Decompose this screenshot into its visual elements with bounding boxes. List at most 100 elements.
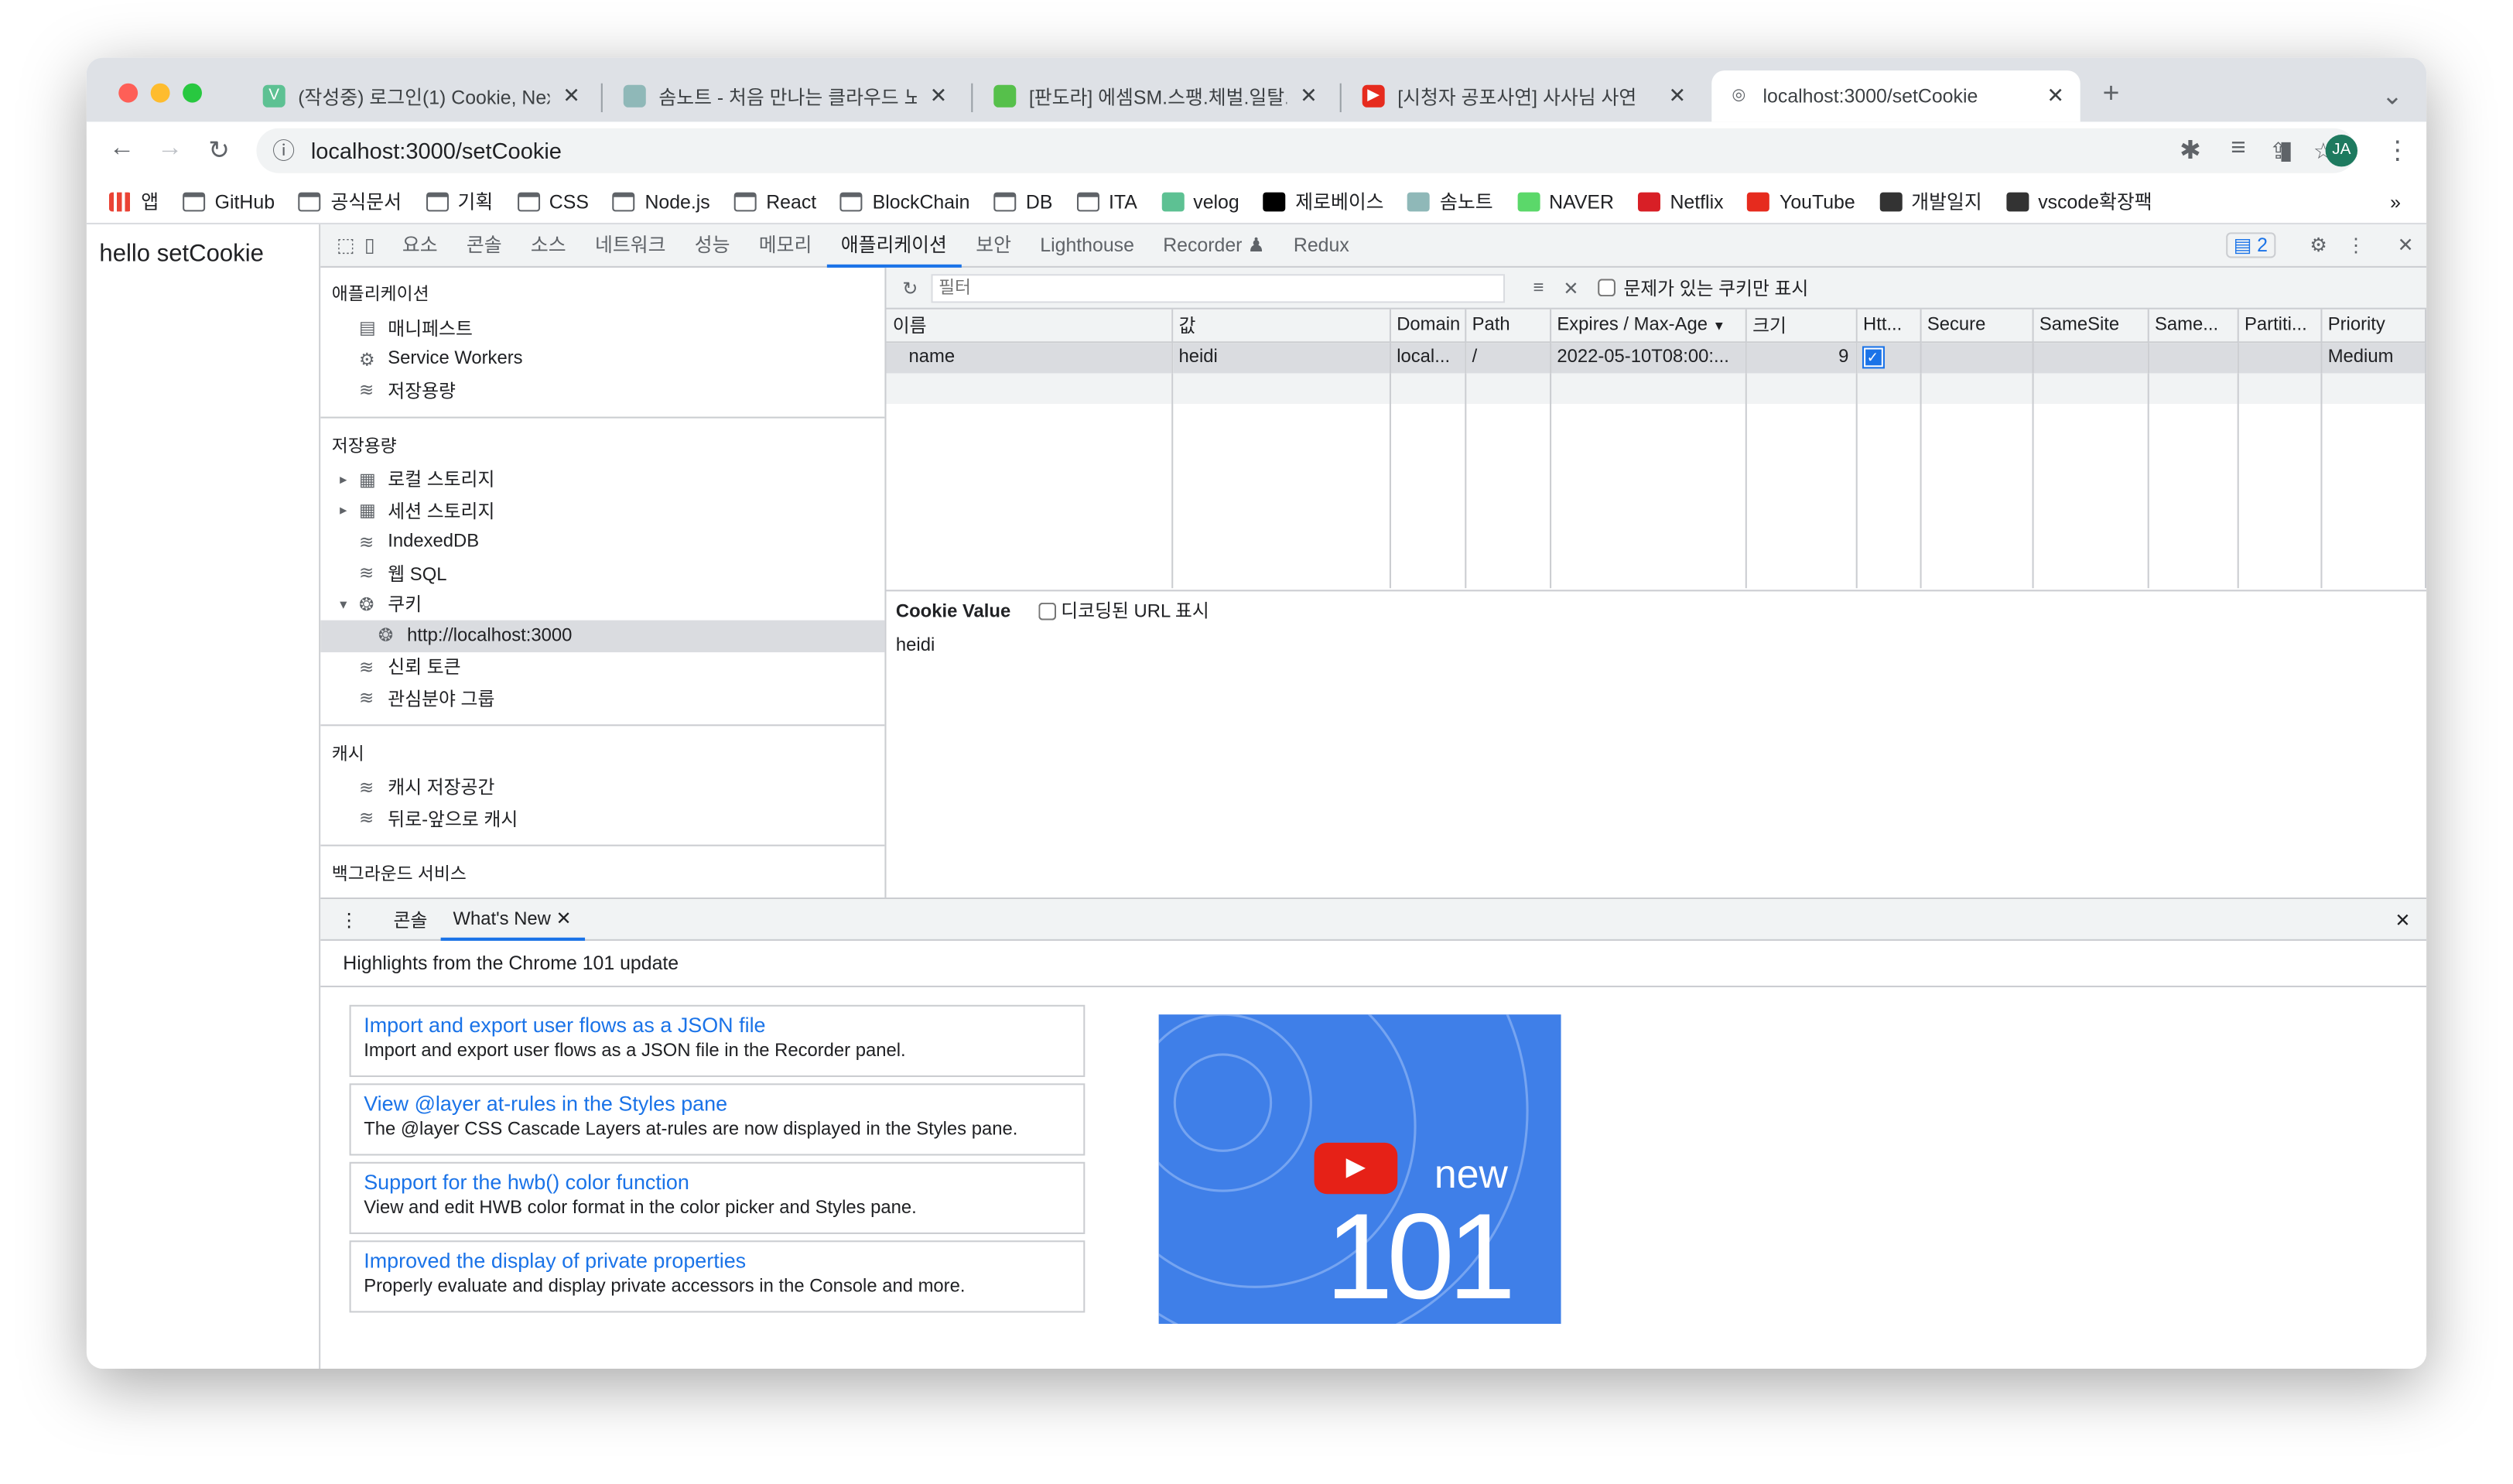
card-link[interactable]: Import and export user flows as a JSON f…	[364, 1013, 1070, 1037]
sidebar-item[interactable]: ≋ 웹 SQL	[320, 558, 884, 589]
close-tab-icon[interactable]: ✕	[562, 84, 580, 109]
column-header[interactable]: SameSite	[2032, 309, 2149, 343]
settings-icon[interactable]: ⚙	[2310, 234, 2327, 256]
tab-search-icon[interactable]: ⌄	[2381, 80, 2403, 112]
drawer-tab-console[interactable]: 콘솔	[381, 906, 440, 932]
filter-input[interactable]	[930, 273, 1505, 303]
close-tab-icon[interactable]: ✕	[1300, 84, 1318, 109]
refresh-icon[interactable]: ↻	[902, 276, 918, 299]
devtools-tab[interactable]: 성능	[680, 224, 744, 267]
bookmark[interactable]: DB	[993, 187, 1052, 214]
more-bookmarks-icon[interactable]: »	[2390, 190, 2401, 212]
close-tab-icon[interactable]: ✕	[2046, 84, 2064, 109]
bookmark[interactable]: CSS	[517, 187, 589, 214]
device-toolbar-icon[interactable]: ▯	[364, 234, 375, 256]
expand-arrow-icon[interactable]: ▸	[340, 502, 359, 520]
devtools-tab[interactable]: 메모리	[744, 224, 826, 267]
avatar[interactable]: JA	[2325, 134, 2358, 167]
bookmark[interactable]: 솜노트	[1407, 187, 1493, 214]
bookmark[interactable]: YouTube	[1747, 187, 1855, 214]
browser-tab[interactable]: ◎ localhost:3000/setCookie ✕	[1711, 70, 2080, 122]
address-bar[interactable]: ⓘ localhost:3000/setCookie ⇪ ☆	[256, 128, 2356, 173]
sidebar-item[interactable]: ≋ 뒤로-앞으로 캐시	[320, 803, 884, 834]
devtools-tab[interactable]: 소스	[516, 224, 580, 267]
devtools-tab[interactable]: 요소	[388, 224, 452, 267]
clear-filtered-icon[interactable]: ≡	[1533, 278, 1544, 297]
column-header[interactable]: Same...	[2147, 309, 2238, 343]
back-icon[interactable]: ←	[109, 135, 135, 163]
devtools-tab[interactable]: 네트워크	[580, 224, 680, 267]
side-panel-icon[interactable]: ▮	[2279, 135, 2293, 166]
bookmark[interactable]: 개발일지	[1879, 187, 1982, 214]
play-button[interactable]: ▶	[1314, 1142, 1398, 1195]
sidebar-item[interactable]: ≋ 캐시 저장공간	[320, 771, 884, 802]
forward-icon[interactable]: →	[157, 135, 183, 163]
column-header[interactable]: Partiti...	[2237, 309, 2322, 343]
sidebar-item[interactable]: ≋ 저장용량	[320, 375, 884, 406]
issues-badge[interactable]: ▤ 2	[2225, 232, 2276, 258]
sidebar-item[interactable]: ▸ ▦ 로컬 스토리지	[320, 464, 884, 495]
reading-list-icon[interactable]: ≡	[2231, 135, 2245, 163]
sidebar-item[interactable]: ≋ IndexedDB	[320, 526, 884, 557]
expand-arrow-icon[interactable]: ▾	[340, 596, 359, 614]
bookmark[interactable]: Netflix	[1638, 187, 1724, 214]
close-tab-icon[interactable]: ✕	[1669, 84, 1687, 109]
column-header[interactable]: 값	[1171, 309, 1390, 343]
bookmark[interactable]: 앱	[108, 187, 159, 214]
browser-tab[interactable]: ▶ [시청자 공포사연] 사사님 사연 ✕	[1346, 70, 1702, 121]
browser-tab[interactable]: [판도라] 에셈SM.스팽.체벌.일탈.본 ✕	[978, 70, 1334, 121]
sidebar-item[interactable]: ▸ ▦ 세션 스토리지	[320, 495, 884, 526]
column-header[interactable]: Htt...	[1855, 309, 1921, 343]
minimize-window-button[interactable]	[150, 83, 170, 103]
browser-tab[interactable]: V (작성중) 로그인(1) Cookie, Next ✕	[247, 70, 597, 121]
column-header[interactable]: Domain	[1389, 309, 1466, 343]
bookmark[interactable]: ITA	[1076, 187, 1137, 214]
card-link[interactable]: View @layer at-rules in the Styles pane	[364, 1092, 1070, 1116]
expand-arrow-icon[interactable]: ▸	[340, 470, 359, 488]
bookmark[interactable]: GitHub	[183, 187, 275, 214]
column-header[interactable]: 이름	[886, 309, 1173, 343]
bookmark[interactable]: 제로베이스	[1263, 187, 1384, 214]
bookmark[interactable]: 공식문서	[299, 187, 402, 214]
column-header[interactable]: Expires / Max-Age ▼	[1550, 309, 1746, 343]
sidebar-item[interactable]: ≋ 신뢰 토큰	[320, 651, 884, 682]
issues-only-checkbox[interactable]	[1598, 279, 1616, 297]
close-devtools-icon[interactable]: ✕	[2398, 234, 2414, 256]
info-icon[interactable]: ⓘ	[272, 135, 295, 166]
sidebar-item[interactable]: ▤ 매니페스트	[320, 313, 884, 344]
bookmark[interactable]: React	[733, 187, 816, 214]
close-drawer-icon[interactable]: ✕	[2395, 908, 2410, 931]
bookmark[interactable]: BlockChain	[840, 187, 969, 214]
clear-all-icon[interactable]: ✕	[1563, 276, 1578, 299]
devtools-tab[interactable]: Redux	[1279, 224, 1363, 267]
bookmark[interactable]: 기획	[426, 187, 493, 214]
maximize-window-button[interactable]	[183, 83, 202, 103]
more-options-icon[interactable]: ⋮	[2347, 234, 2366, 256]
drawer-tab-whats-new[interactable]: What's New ✕	[439, 898, 585, 940]
sidebar-item[interactable]: ≋ 관심분야 그룹	[320, 682, 884, 713]
browser-tab[interactable]: 솜노트 - 처음 만나는 클라우드 노트 ✕	[607, 70, 963, 121]
release-video-thumbnail[interactable]: ▶ new 101	[1158, 1014, 1561, 1324]
bookmark[interactable]: NAVER	[1516, 187, 1614, 214]
new-tab-button[interactable]: +	[2103, 77, 2120, 110]
devtools-tab[interactable]: Recorder ♟	[1149, 224, 1280, 267]
column-header[interactable]: 크기	[1745, 309, 1857, 343]
extensions-icon[interactable]: ✱	[2180, 135, 2201, 166]
bookmark[interactable]: vscode확장팩	[2005, 187, 2152, 214]
bookmark[interactable]: Node.js	[613, 187, 710, 214]
devtools-tab[interactable]: 애플리케이션	[826, 224, 962, 267]
devtools-tab[interactable]: 보안	[962, 224, 1026, 267]
sidebar-item[interactable]: ⚙ Service Workers	[320, 344, 884, 374]
card-link[interactable]: Improved the display of private properti…	[364, 1249, 1070, 1273]
drawer-menu-icon[interactable]: ⋮	[340, 908, 358, 931]
card-link[interactable]: Support for the hwb() color function	[364, 1170, 1070, 1194]
sidebar-item[interactable]: ❂ http://localhost:3000	[320, 620, 885, 652]
inspect-icon[interactable]: ⬚	[337, 234, 354, 256]
decode-url-checkbox[interactable]	[1038, 603, 1056, 621]
devtools-tab[interactable]: Lighthouse	[1026, 224, 1149, 267]
column-header[interactable]: Path	[1465, 309, 1551, 343]
close-window-button[interactable]	[118, 83, 138, 103]
close-tab-icon[interactable]: ✕	[930, 84, 948, 109]
menu-icon[interactable]: ⋮	[2385, 135, 2410, 166]
devtools-tab[interactable]: 콘솔	[452, 224, 516, 267]
